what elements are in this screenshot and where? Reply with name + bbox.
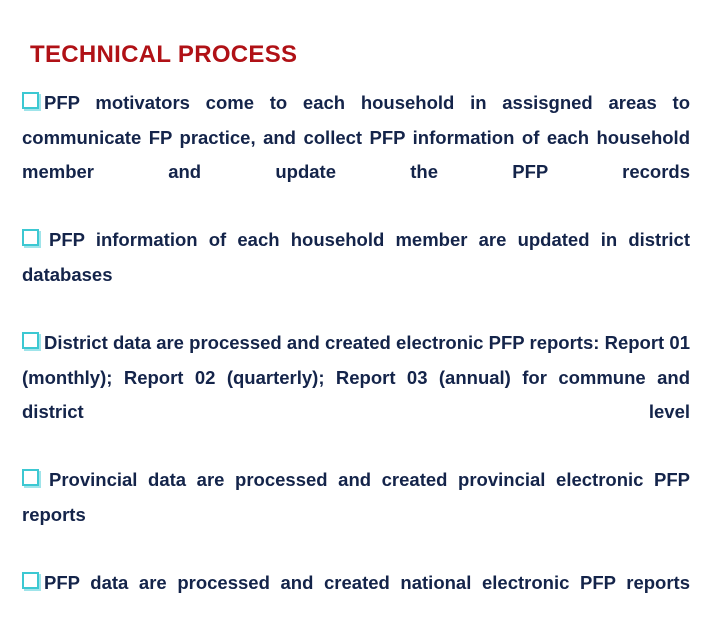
list-item: PFP data are processed and created natio… bbox=[22, 566, 690, 635]
slide-canvas: TECHNICAL PROCESS PFP motivators come to… bbox=[0, 0, 720, 593]
list-item-label: PFP motivators come to each household in… bbox=[22, 92, 690, 182]
hollow-square-bullet-icon bbox=[22, 566, 39, 600]
hollow-square-bullet-icon bbox=[22, 86, 39, 120]
list-item: PFP information of each household member… bbox=[22, 223, 690, 326]
list-item: PFP motivators come to each household in… bbox=[22, 86, 690, 223]
hollow-square-bullet-icon bbox=[22, 326, 39, 360]
list-item-label: PFP data are processed and created natio… bbox=[44, 572, 690, 593]
list-item-label: PFP information of each household member… bbox=[22, 229, 690, 285]
list-item: Provincial data are processed and create… bbox=[22, 463, 690, 566]
hollow-square-bullet-icon bbox=[22, 463, 39, 497]
list-item-label: District data are processed and created … bbox=[22, 332, 690, 422]
page-title: TECHNICAL PROCESS bbox=[30, 41, 298, 68]
list-item: District data are processed and created … bbox=[22, 326, 690, 463]
bullet-list: PFP motivators come to each household in… bbox=[22, 86, 690, 635]
hollow-square-bullet-icon bbox=[22, 223, 39, 257]
list-item-label: Provincial data are processed and create… bbox=[22, 469, 690, 525]
